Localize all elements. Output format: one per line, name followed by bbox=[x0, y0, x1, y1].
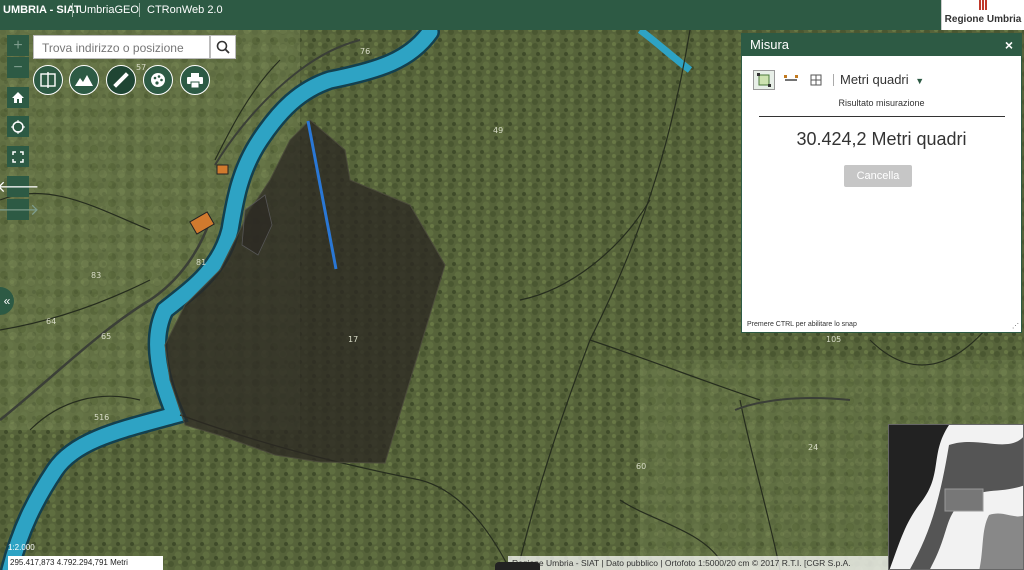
top-bar: UMBRIA - SIAT UmbriaGEO CTRonWeb 2.0 Reg… bbox=[0, 0, 1024, 30]
locate-button[interactable] bbox=[7, 116, 29, 137]
minus-icon: − bbox=[13, 58, 23, 76]
divider bbox=[759, 116, 1005, 117]
measure-area-button[interactable] bbox=[753, 70, 775, 90]
fullscreen-icon bbox=[12, 150, 24, 163]
crosshair-icon bbox=[11, 119, 25, 134]
search-button[interactable] bbox=[210, 35, 236, 59]
brand-label: Regione Umbria bbox=[944, 14, 1022, 25]
ctronweb-link[interactable]: CTRonWeb 2.0 bbox=[147, 0, 223, 20]
arrow-right-icon: 🡒 bbox=[0, 202, 40, 219]
printer-icon bbox=[187, 72, 203, 88]
layers-tool-button[interactable] bbox=[143, 65, 173, 95]
split-view-icon bbox=[40, 72, 56, 88]
separator bbox=[139, 3, 140, 17]
unit-select[interactable]: Metri quadri ▼ bbox=[840, 72, 924, 87]
parcel-label: 60 bbox=[636, 462, 646, 471]
app-title[interactable]: UMBRIA - SIAT bbox=[3, 0, 81, 20]
search-icon bbox=[216, 40, 230, 54]
location-grid-icon bbox=[810, 74, 822, 86]
terrain-profile-icon bbox=[75, 75, 93, 86]
parcel-label: 105 bbox=[826, 335, 841, 344]
zoom-out-button[interactable]: − bbox=[7, 57, 29, 78]
measure-distance-button[interactable] bbox=[780, 70, 802, 90]
umbriageo-link[interactable]: UmbriaGEO bbox=[79, 0, 139, 20]
parcel-label: 49 bbox=[493, 126, 503, 135]
separator bbox=[833, 74, 834, 86]
ruler-icon bbox=[113, 72, 129, 88]
parcel-label: 65 bbox=[101, 332, 111, 341]
overview-imagery bbox=[889, 425, 1023, 569]
parcel-label: 64 bbox=[46, 317, 56, 326]
parcel-label: 76 bbox=[360, 47, 370, 56]
snap-hint: Premere CTRL per abilitare lo snap bbox=[747, 321, 857, 328]
unit-label: Metri quadri bbox=[840, 72, 909, 87]
panel-header: Misura × bbox=[742, 34, 1021, 56]
resize-handle-icon[interactable]: ⋰ bbox=[1012, 322, 1019, 330]
close-icon[interactable]: × bbox=[1005, 34, 1013, 56]
cancel-button[interactable]: Cancella bbox=[844, 165, 912, 187]
search-input[interactable]: Trova indirizzo o posizione bbox=[33, 35, 210, 59]
measure-location-button[interactable] bbox=[805, 70, 827, 90]
result-label: Risultato misurazione bbox=[838, 98, 925, 108]
measure-panel: Misura × Metri quadri ▼ Risultato misura… bbox=[741, 33, 1022, 333]
fullscreen-button[interactable] bbox=[7, 146, 29, 167]
forward-button[interactable]: 🡒 bbox=[0, 199, 39, 220]
parcel-label: 81 bbox=[196, 258, 206, 267]
home-button[interactable] bbox=[7, 87, 29, 108]
coordinates-value: 295.417,873 4.792.294,791 Metri bbox=[10, 558, 128, 567]
scale-label: 1:2.000 bbox=[8, 543, 35, 552]
attribution: Regione Umbria - SIAT | Dato pubblico | … bbox=[508, 556, 888, 570]
separator bbox=[72, 3, 73, 17]
plus-icon: + bbox=[13, 36, 23, 54]
parcel-label: 516 bbox=[94, 413, 109, 422]
distance-icon bbox=[784, 75, 798, 81]
arrow-left-icon: 🡐 bbox=[0, 179, 40, 196]
parcel-label: 83 bbox=[91, 271, 101, 280]
compare-tool-button[interactable] bbox=[33, 65, 63, 95]
back-button[interactable]: 🡐 bbox=[0, 176, 39, 197]
print-tool-button[interactable] bbox=[180, 65, 210, 95]
measure-result: 30.424,2 Metri quadri bbox=[796, 129, 967, 149]
profile-tool-button[interactable] bbox=[69, 65, 99, 95]
palette-icon bbox=[151, 73, 165, 87]
measure-tool-button[interactable] bbox=[106, 65, 136, 95]
parcel-label: 24 bbox=[808, 443, 818, 452]
panel-title: Misura bbox=[750, 37, 790, 52]
bottom-panel-toggle[interactable] bbox=[495, 562, 540, 570]
area-icon bbox=[757, 73, 771, 87]
parcel-label: 17 bbox=[348, 335, 358, 344]
coordinates-readout: 295.417,873 4.792.294,791 Metri bbox=[8, 556, 163, 570]
regione-umbria-logo[interactable]: Regione Umbria bbox=[941, 0, 1024, 30]
zoom-in-button[interactable]: + bbox=[7, 35, 29, 56]
chevron-left-icon: « bbox=[3, 294, 11, 308]
home-icon bbox=[12, 92, 24, 103]
overview-map[interactable] bbox=[888, 424, 1024, 570]
caret-down-icon: ▼ bbox=[915, 76, 925, 86]
crest-icon bbox=[979, 0, 988, 10]
